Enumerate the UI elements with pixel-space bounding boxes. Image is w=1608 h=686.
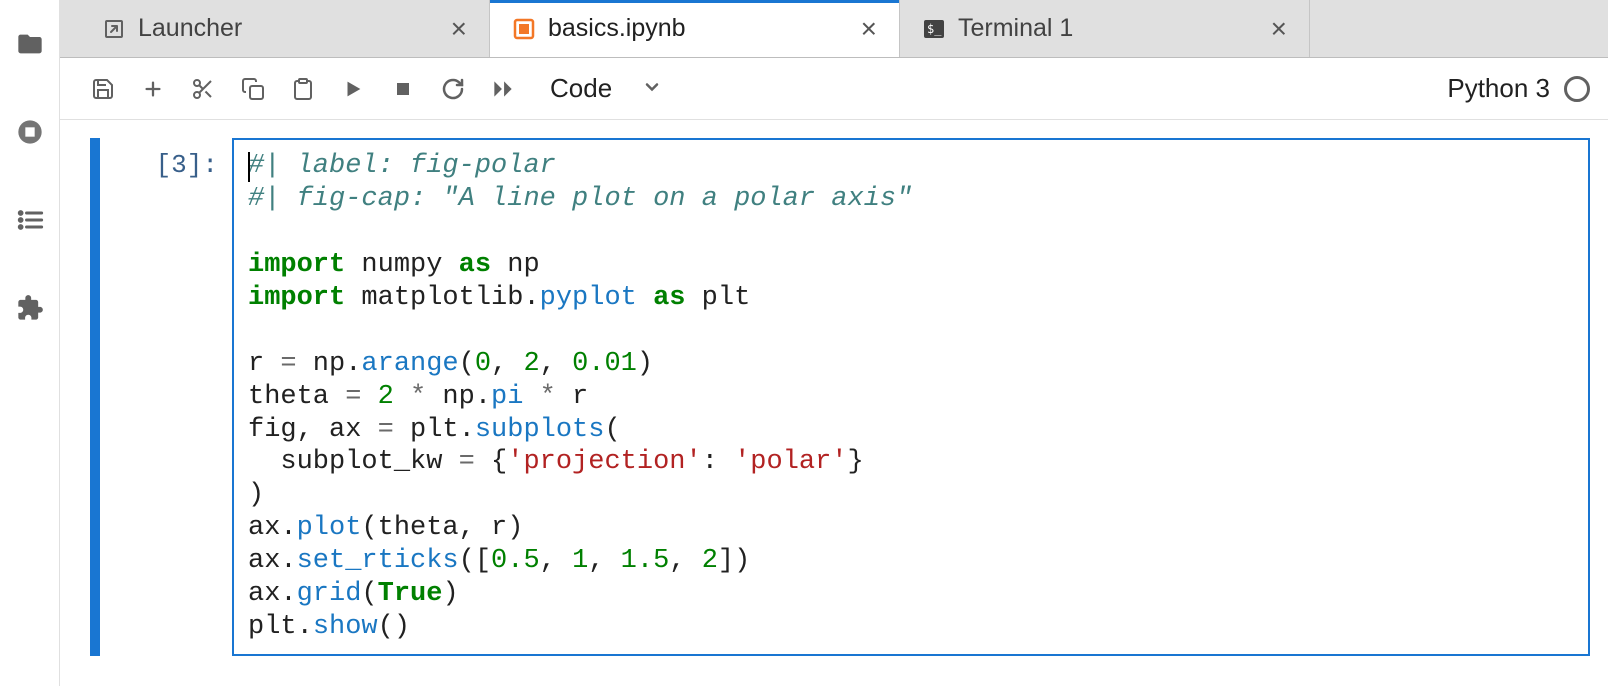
notebook-icon (512, 17, 536, 41)
kernel-name[interactable]: Python 3 (1447, 73, 1550, 104)
code-editor[interactable]: #| label: fig-polar #| fig-cap: "A line … (232, 138, 1590, 656)
folder-icon[interactable] (16, 30, 44, 58)
tab-label: Terminal 1 (958, 14, 1073, 43)
restart-button[interactable] (428, 65, 478, 113)
close-icon[interactable]: × (451, 15, 467, 43)
run-button[interactable] (328, 65, 378, 113)
tab-terminal-1[interactable]: $_ Terminal 1 × (900, 0, 1310, 57)
close-icon[interactable]: × (1271, 15, 1287, 43)
extensions-icon[interactable] (16, 294, 44, 322)
tab-label: Launcher (138, 14, 242, 43)
notebook-toolbar: Code Python 3 (60, 58, 1608, 120)
chevron-down-icon (642, 73, 662, 104)
copy-button[interactable] (228, 65, 278, 113)
code-cell[interactable]: [3]: #| label: fig-polar #| fig-cap: "A … (90, 138, 1590, 656)
toc-list-icon[interactable] (16, 206, 44, 234)
activity-rail (0, 0, 60, 686)
tab-label: basics.ipynb (548, 14, 686, 43)
notebook-body[interactable]: [3]: #| label: fig-polar #| fig-cap: "A … (60, 120, 1608, 686)
insert-cell-button[interactable] (128, 65, 178, 113)
svg-text:$_: $_ (927, 22, 942, 36)
cut-button[interactable] (178, 65, 228, 113)
running-icon[interactable] (16, 118, 44, 146)
restart-run-all-button[interactable] (478, 65, 528, 113)
interrupt-button[interactable] (378, 65, 428, 113)
save-button[interactable] (78, 65, 128, 113)
kernel-status-indicator[interactable] (1564, 76, 1590, 102)
terminal-icon: $_ (922, 17, 946, 41)
main-panel: Launcher × basics.ipynb × $_ Terminal 1 … (60, 0, 1608, 686)
launcher-icon (102, 17, 126, 41)
tab-launcher[interactable]: Launcher × (80, 0, 490, 57)
cell-type-select[interactable]: Code (550, 73, 662, 104)
cell-active-indicator (90, 138, 100, 656)
close-icon[interactable]: × (861, 15, 877, 43)
text-caret (248, 152, 250, 182)
tab-bar: Launcher × basics.ipynb × $_ Terminal 1 … (60, 0, 1608, 58)
paste-button[interactable] (278, 65, 328, 113)
execution-prompt: [3]: (100, 138, 232, 656)
cell-type-label: Code (550, 73, 612, 104)
tab-basics-ipynb[interactable]: basics.ipynb × (490, 0, 900, 57)
